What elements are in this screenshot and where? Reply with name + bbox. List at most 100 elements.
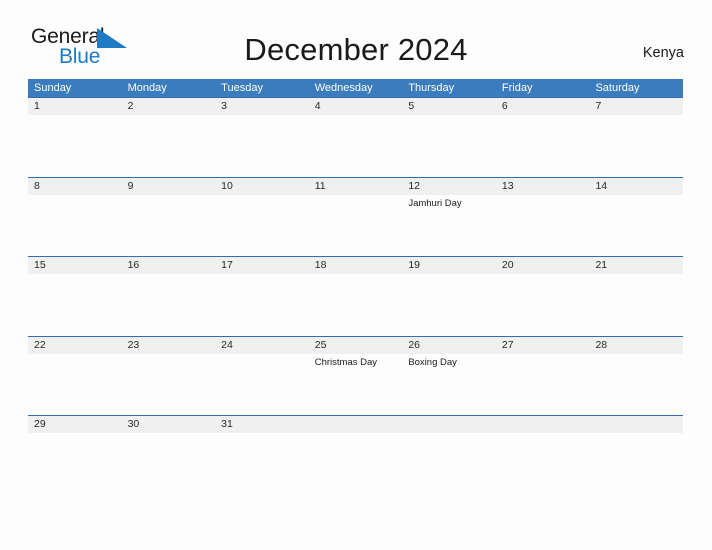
weekday-sunday: Sunday — [34, 82, 72, 94]
day-number: 1 — [34, 100, 40, 112]
day-number: 17 — [221, 259, 233, 271]
day-events — [34, 433, 122, 436]
day-cell[interactable]: 1 — [28, 98, 122, 177]
day-cell[interactable]: 20 — [496, 257, 590, 336]
day-events: Christmas Day — [315, 354, 403, 369]
day-number: 7 — [595, 100, 602, 112]
day-events — [34, 115, 122, 118]
day-events — [221, 195, 309, 198]
weekday-header-row: Sunday Monday Tuesday Wednesday Thursday… — [28, 79, 683, 97]
day-events — [221, 433, 309, 436]
day-events — [128, 433, 216, 436]
day-number: 27 — [501, 338, 514, 351]
weekday-monday: Monday — [127, 82, 167, 94]
day-cell[interactable]: 5 — [402, 98, 496, 177]
day-events — [221, 115, 309, 118]
day-event-label[interactable]: Boxing Day — [408, 357, 496, 369]
calendar-grid: Sunday Monday Tuesday Wednesday Thursday… — [28, 79, 683, 495]
day-cell-empty — [496, 416, 590, 495]
weekday-wednesday: Wednesday — [314, 82, 373, 94]
day-events: Boxing Day — [408, 354, 496, 369]
day-cell[interactable]: 21 — [589, 257, 683, 336]
day-event-label[interactable]: Jamhuri Day — [408, 198, 496, 210]
day-events — [595, 195, 683, 198]
day-cell[interactable]: 13 — [496, 178, 590, 257]
day-cell[interactable]: 23 — [122, 337, 216, 416]
day-cell-empty — [402, 416, 496, 495]
day-cell[interactable]: 6 — [496, 98, 590, 177]
page-title: December 2024 — [244, 32, 468, 67]
day-cell[interactable]: 10 — [215, 178, 309, 257]
day-cell-empty — [589, 416, 683, 495]
day-events — [221, 354, 309, 357]
day-number: 22 — [34, 338, 46, 351]
region-label: Kenya — [642, 45, 684, 61]
page-header: General Blue December 2024 Kenya — [0, 0, 712, 67]
day-cell[interactable]: 11 — [309, 178, 403, 257]
day-number: 10 — [221, 179, 233, 192]
day-cell[interactable]: 26 Boxing Day — [402, 337, 496, 416]
day-events — [128, 354, 216, 357]
day-number: 5 — [408, 100, 415, 112]
day-cell[interactable]: 31 — [215, 416, 309, 495]
day-events — [34, 354, 122, 357]
day-number: 24 — [221, 338, 233, 351]
calendar-week-row: 22 23 24 25 Christmas Day 26 Boxing Day … — [28, 335, 683, 416]
day-events — [502, 274, 590, 277]
day-number: 25 — [314, 338, 327, 351]
day-event-label[interactable]: Christmas Day — [315, 357, 403, 369]
day-events — [595, 354, 683, 357]
day-cell[interactable]: 7 — [589, 98, 683, 177]
day-number: 26 — [408, 338, 420, 351]
day-events — [221, 274, 309, 277]
day-events — [595, 274, 683, 277]
day-cell[interactable]: 8 — [28, 178, 122, 257]
day-cell[interactable]: 15 — [28, 257, 122, 336]
day-cell[interactable]: 16 — [122, 257, 216, 336]
day-cell[interactable]: 25 Christmas Day — [309, 337, 403, 416]
day-number: 8 — [34, 179, 40, 192]
day-events — [128, 195, 216, 198]
day-number: 2 — [127, 100, 134, 112]
day-cell[interactable]: 14 — [589, 178, 683, 257]
day-events — [408, 274, 496, 277]
day-cell[interactable]: 29 — [28, 416, 122, 495]
day-cell[interactable]: 30 — [122, 416, 216, 495]
day-number: 6 — [501, 100, 508, 112]
day-cell[interactable]: 28 — [589, 337, 683, 416]
day-number: 28 — [595, 338, 608, 351]
weekday-thursday: Thursday — [408, 82, 455, 94]
day-number: 29 — [34, 418, 46, 430]
weekday-friday: Friday — [501, 82, 533, 94]
day-events — [315, 274, 403, 277]
day-events — [502, 195, 590, 198]
day-number: 31 — [221, 418, 233, 430]
day-cell-empty — [309, 416, 403, 495]
day-cell[interactable]: 3 — [215, 98, 309, 177]
day-cell[interactable]: 9 — [122, 178, 216, 257]
day-cell[interactable]: 27 — [496, 337, 590, 416]
day-cell[interactable]: 22 — [28, 337, 122, 416]
day-cell[interactable]: 18 — [309, 257, 403, 336]
day-number: 21 — [595, 259, 608, 271]
day-cell[interactable]: 19 — [402, 257, 496, 336]
day-number: 20 — [501, 259, 514, 271]
day-events — [502, 115, 590, 118]
day-cell[interactable]: 4 — [309, 98, 403, 177]
day-events — [595, 115, 683, 118]
day-number: 4 — [314, 100, 321, 112]
day-events — [128, 115, 216, 118]
weekday-tuesday: Tuesday — [221, 82, 263, 94]
day-events — [128, 274, 216, 277]
day-events — [502, 354, 590, 357]
day-cell[interactable]: 24 — [215, 337, 309, 416]
day-cell[interactable]: 12 Jamhuri Day — [402, 178, 496, 257]
day-events — [315, 195, 403, 198]
day-number: 14 — [595, 179, 608, 192]
calendar-week-row: 1 2 3 4 5 6 7 — [28, 97, 683, 177]
day-number: 15 — [34, 259, 46, 271]
day-number: 12 — [408, 179, 420, 192]
day-cell[interactable]: 2 — [122, 98, 216, 177]
day-events — [315, 115, 403, 118]
day-cell[interactable]: 17 — [215, 257, 309, 336]
